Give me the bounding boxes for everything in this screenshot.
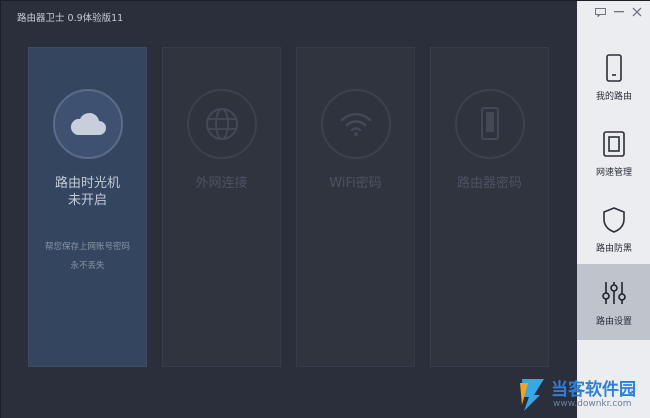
- minimize-icon[interactable]: [612, 6, 626, 18]
- card-label: 路由时光机: [54, 176, 120, 191]
- sidebar-item-security[interactable]: 路由防黑: [577, 191, 650, 267]
- close-icon[interactable]: [630, 6, 644, 18]
- watermark-logo-icon: [520, 379, 544, 411]
- sidebar-item-speed[interactable]: 网速管理: [577, 115, 650, 191]
- sidebar-item-label: 我的路由: [595, 92, 632, 102]
- globe-icon: [206, 108, 238, 140]
- cloud-icon: [70, 112, 106, 135]
- card-description: 帮您保存上网账号密码: [44, 242, 130, 252]
- sidebar: 我的路由 网速管理 路由防黑 路由设置: [577, 1, 650, 418]
- main-panel: 路由器卫士 0.9体验版11 路由时光机 未开启 帮您保存上网账号密码 永不丢失: [1, 1, 577, 418]
- card-icon-circle: [321, 89, 391, 159]
- card-time-machine[interactable]: 路由时光机 未开启 帮您保存上网账号密码 永不丢失: [28, 47, 147, 367]
- card-label: WiFi密码: [329, 176, 382, 191]
- wifi-icon: [340, 113, 372, 136]
- card-icon-circle: [187, 89, 257, 159]
- card-description-2: 永不丢失: [70, 261, 105, 271]
- card-wifi-password[interactable]: WiFi密码: [296, 47, 415, 367]
- card-label: 外网连接: [195, 176, 248, 191]
- feedback-icon[interactable]: [593, 6, 607, 18]
- card-label: 路由器密码: [456, 176, 522, 191]
- sidebar-item-label: 路由设置: [595, 317, 632, 327]
- sliders-icon: [600, 278, 628, 308]
- card-icon-circle: [53, 89, 123, 159]
- sidebar-item-label: 网速管理: [595, 168, 632, 178]
- speed-icon: [600, 129, 628, 159]
- window-title: 路由器卫士 0.9体验版11: [17, 13, 124, 24]
- sidebar-item-my-router[interactable]: 我的路由: [577, 39, 650, 115]
- router-icon: [600, 53, 628, 83]
- watermark-text: 当客软件园: [551, 380, 636, 400]
- app-window: 路由器卫士 0.9体验版11 路由时光机 未开启 帮您保存上网账号密码 永不丢失: [0, 0, 650, 418]
- card-wan-connection[interactable]: 外网连接: [162, 47, 281, 367]
- card-router-password[interactable]: 路由器密码: [430, 47, 549, 367]
- watermark-url: www.downkr.com: [553, 399, 632, 409]
- card-status: 未开启: [67, 193, 107, 208]
- sidebar-item-label: 路由防黑: [595, 244, 632, 254]
- sidebar-item-settings[interactable]: 路由设置: [577, 264, 650, 340]
- phone-icon: [481, 107, 499, 140]
- shield-icon: [600, 205, 628, 235]
- card-icon-circle: [455, 89, 525, 159]
- watermark: 当客软件园 www.downkr.com: [514, 369, 650, 418]
